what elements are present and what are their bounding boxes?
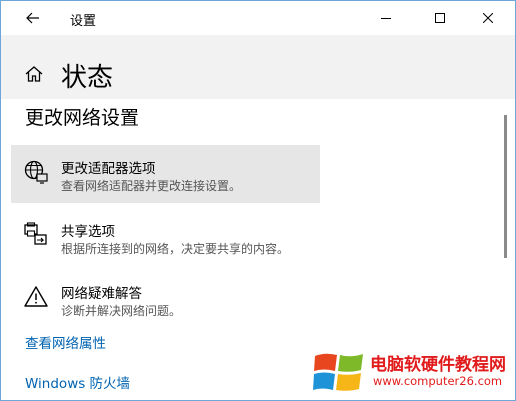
item-description: 查看网络适配器并更改连接设置。: [61, 179, 242, 193]
title-bar: 设置: [1, 1, 515, 35]
minimize-icon: [381, 18, 391, 19]
item-description: 诊断并解决网络问题。: [61, 304, 182, 318]
item-description: 根据所连接到的网络，决定要共享的内容。: [61, 242, 290, 256]
windows-firewall-link[interactable]: Windows 防火墙: [25, 372, 130, 392]
watermark-title: 电脑软硬件教程网: [370, 355, 506, 375]
printer-share-icon: [24, 222, 47, 245]
arrow-left-icon: [26, 12, 39, 24]
close-button[interactable]: [465, 1, 511, 35]
section-title: 更改网络设置: [25, 107, 140, 129]
watermark: 电脑软硬件教程网 www.computer26.com: [313, 346, 516, 399]
minimize-button[interactable]: [363, 1, 409, 35]
home-button[interactable]: [25, 66, 43, 86]
settings-window: 设置 状态 更改网络设置 更改适配器选项 查看网络适配器并更改连接设置。 共享选…: [0, 0, 516, 401]
maximize-button[interactable]: [417, 1, 463, 35]
window-title: 设置: [70, 14, 97, 29]
view-network-properties-link[interactable]: 查看网络属性: [25, 332, 106, 352]
close-icon: [483, 13, 493, 23]
item-title: 网络疑难解答: [61, 286, 142, 302]
item-title: 更改适配器选项: [61, 161, 156, 177]
windows-logo-icon: [313, 353, 363, 391]
home-icon: [25, 66, 43, 82]
maximize-icon: [435, 13, 445, 23]
watermark-url: www.computer26.com: [373, 374, 503, 388]
scrollbar-thumb[interactable]: [504, 115, 507, 258]
warning-icon: [24, 286, 48, 307]
change-adapter-options-item[interactable]: 更改适配器选项 查看网络适配器并更改连接设置。: [11, 145, 320, 203]
globe-monitor-icon: [24, 160, 48, 184]
sharing-options-item[interactable]: 共享选项 根据所连接到的网络，决定要共享的内容。: [11, 208, 320, 266]
page-title: 状态: [61, 63, 114, 93]
back-button[interactable]: [17, 5, 49, 31]
network-troubleshooter-item[interactable]: 网络疑难解答 诊断并解决网络问题。: [11, 270, 320, 328]
page-header: 状态: [1, 35, 515, 99]
item-title: 共享选项: [61, 224, 115, 240]
